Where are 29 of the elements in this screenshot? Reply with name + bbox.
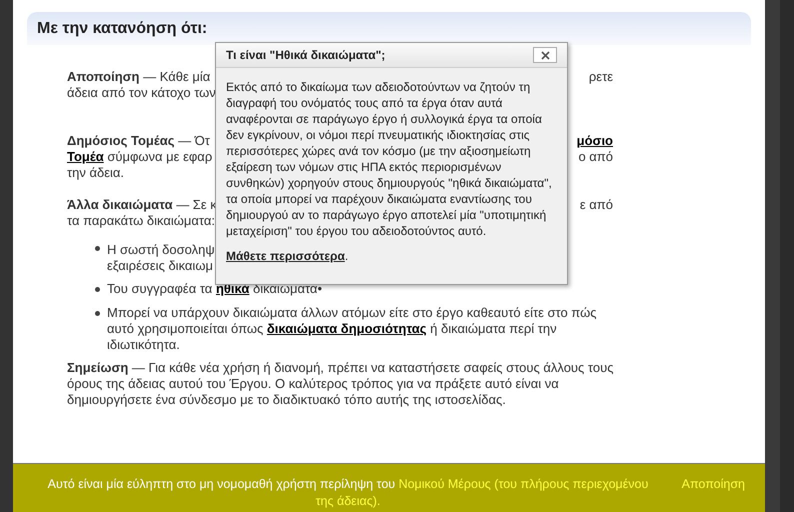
paragraph-text: Μπορεί να υπάρχουν δικαιώματα άλλων ατόμων είτε στο έργο καθεαυτό είτε στο πώς αυτό χρησιμοποιείται όπως δικαιώματα δημοσιότητας ή δικαιώματα περί την ιδιωτικότητα. (107, 305, 598, 353)
paragraph-text: Σημείωση — Για κάθε νέα χρήση ή διανομή, πρέπει να καταστήσετε σαφείς στους άλλους τους όρους της άδειας αυτού του Έργου. Ο καλύτερος τρόπος για να πράξετε αυτό είναι να δημιουργήσετε ένα σύνδεσμο με το διαδικτυακό τόπο αυτής της ιστοσελίδας. (67, 360, 614, 408)
section-title: Με την κατανόηση ότι: (37, 18, 208, 38)
text-line: την άδεια. (67, 164, 124, 179)
text-line: Τομέα σύμφωνα με εφαρ (67, 148, 212, 163)
popup-text: Εκτός από το δικαίωμα των αδειοδοτούντων να ζητούν τη διαγραφή του ονόματός τους από τα έργα όταν αυτά αναφέρονται σε παράγωγο έργο ή συλλογικά έργα τα οποία δεν εγκρίνουν, οι νόμοι περί πνευματικής ιδιοκτησίας στις περισσότερες χώρες ανά τον κόσμο (με την αξιοσημείωτη εξαίρεση των νόμων στις ΗΠΑ εκτός περιορισμένων συνθηκών) χορηγούν στους δημιουργούς "ηθικά δικαιώματα", τα οποία μπορεί να παρέχουν δικαιώματα εναντίωσης του δημιουργού αν το παράγωγο έργο αποτελεί μία "υποτιμητική μεταχείριση" του έργου του αδειοδοτούντος αυτό. (226, 79, 553, 239)
bullet-icon (95, 287, 100, 292)
text-link[interactable]: δικαιώματα δημοσιότητας (266, 321, 427, 336)
close-button[interactable] (533, 47, 557, 63)
text-link[interactable]: Τομέα (67, 149, 104, 164)
close-icon (540, 50, 550, 60)
text-line: Δημόσιος Τομέας — Ότ (67, 132, 210, 147)
text-line: Αποποίηση — Κάθε μία (67, 68, 210, 83)
bullet-icon (95, 246, 100, 251)
text-line: ε από (580, 196, 613, 211)
text-link[interactable]: ηθικά (216, 281, 250, 296)
text-line: Η σωστή δοσοληψ (107, 241, 215, 256)
learn-more-link[interactable]: Μάθετε περισσότερα (226, 249, 345, 263)
popup-title: Τι είναι "Ηθικά δικαιώματα"; (226, 47, 386, 64)
text-line: τα παρακάτω δικαιώματα: (67, 212, 215, 227)
text-link[interactable]: μόσιο (576, 131, 613, 147)
paragraph-text: Του συγγραφέα τα ηθικά δικαιώματα• (107, 281, 323, 297)
bullet-icon (95, 311, 100, 316)
footer-text: Αυτό είναι μία εύληπτη στο μη νομομαθή χρήστη περίληψη του Νομικού Μέρους (του πλήρους περιεχομένου της άδειας). (46, 476, 650, 510)
learn-more-text: Μάθετε περισσότερα. (226, 248, 350, 264)
text-line: ρετε (588, 68, 613, 83)
text-line: εξαιρέσεις δικαιωμ (107, 257, 213, 272)
text-line: ο από (578, 148, 613, 163)
text-line: άδεια από τον κάτοχο των (67, 84, 216, 99)
